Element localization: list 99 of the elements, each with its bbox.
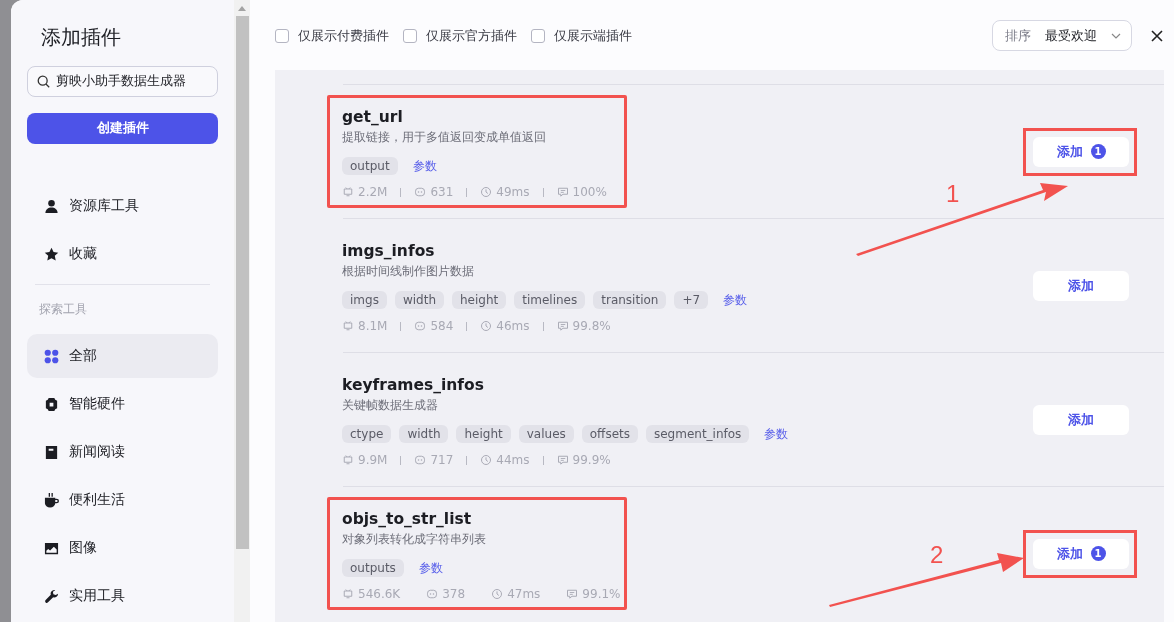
parameter-tag: width [399,425,449,443]
stat-text: 99.1% [566,587,621,601]
bot-icon [414,186,427,198]
parameter-tag: output [342,157,398,175]
annotation-number: 1 [946,180,960,208]
wrench-icon [44,588,59,604]
sort-dropdown[interactable]: 排序 最受欢迎 [992,20,1132,51]
sidebar-item[interactable]: 资源库工具 [27,184,218,228]
clock-icon [480,320,493,332]
clock-icon [480,186,493,198]
sidebar-item[interactable]: 新闻阅读 [27,430,218,474]
count-badge: 1 [1090,144,1106,159]
params-link[interactable]: 参数 [764,425,789,443]
plugin-description: 对象列表转化成字符串列表 [342,532,487,547]
sidebar-item[interactable]: 图像 [27,526,218,570]
stat-text: 717 [414,453,454,467]
clock-icon [480,454,493,466]
plugin-icon [342,454,354,466]
checkbox[interactable] [403,28,417,43]
sidebar-item[interactable]: 智能硬件 [27,382,218,426]
scroll-up-icon[interactable] [238,5,246,11]
add-button[interactable]: 添加 [1033,404,1129,435]
grid-icon [44,348,59,364]
sidebar-item[interactable]: 实用工具 [27,574,218,618]
close-icon[interactable] [1150,28,1164,43]
bot-icon [414,320,427,332]
plugin-icon [342,588,354,600]
add-button[interactable]: 添加 [1033,270,1129,301]
filter-label: 仅展示付费插件 [298,26,389,45]
parameter-tag: offsets [581,425,638,443]
create-plugin-button[interactable]: 创建插件 [27,112,218,144]
parameter-tag: imgs [342,291,387,309]
stat-text: 44ms [480,453,530,467]
parameter-tag: segment_infos [645,425,750,443]
params-link[interactable]: 参数 [412,157,437,175]
stat-text: 9.9M [342,453,388,467]
plugin-icon [342,320,354,332]
filter-label: 仅展示端插件 [554,26,632,45]
parameter-tag: ctype [342,425,392,443]
params-link[interactable]: 参数 [723,291,748,309]
parameter-tag: outputs [342,559,404,577]
stat-text: 631 [414,185,454,199]
message-icon [556,454,569,466]
chevron-down-icon [1111,32,1121,39]
search-input[interactable]: 剪映小助手数据生成器 [56,70,208,93]
add-button[interactable]: 添加 1 [1033,538,1129,569]
checkbox[interactable] [531,28,545,43]
stat-text: 99.9% [556,453,611,467]
stat-text: 546.6K [342,587,401,601]
stat-text: 46ms [480,319,530,333]
stat-text: 584 [414,319,454,333]
checkbox[interactable] [275,28,289,43]
clock-icon [491,588,504,600]
stat-text: 378 [426,587,466,601]
message-icon [556,320,569,332]
filter-label: 仅展示官方插件 [426,26,517,45]
plugin-name: objs_to_str_list [342,510,473,528]
parameter-tag: transition [593,291,667,309]
plugin-icon [342,186,354,198]
sidebar-item[interactable]: 全部 [27,334,218,378]
search-field[interactable]: 剪映小助手数据生成器 [27,66,218,97]
plugin-name: keyframes_infos [342,376,485,394]
stat-text: 2.2M [342,185,388,199]
add-button[interactable]: 添加 1 [1033,136,1129,167]
bot-icon [414,454,427,466]
plugin-name: imgs_infos [342,242,436,260]
message-icon [556,186,569,198]
stat-text: 99.8% [556,319,611,333]
parameter-tag: height [456,425,511,443]
sidebar-item[interactable]: 便利生活 [27,478,218,522]
stat-text: 49ms [480,185,530,199]
message-icon [566,588,579,600]
user-icon [44,198,59,214]
search-icon [37,74,50,88]
section-title: 探索工具 [39,301,88,318]
parameter-tag: height [452,291,507,309]
stat-text: 100% [556,185,607,199]
cup-icon [44,492,59,508]
count-badge: 1 [1090,546,1106,561]
parameter-tag: values [518,425,574,443]
parameter-tag: +7 [674,291,709,309]
star-icon [44,246,59,262]
stat-text: 8.1M [342,319,388,333]
panel-title: 添加插件 [41,24,122,50]
scrollbar-thumb[interactable] [235,16,249,549]
plugin-description: 根据时间线制作图片数据 [342,264,475,279]
plugin-description: 提取链接，用于多值返回变成单值返回 [342,130,547,145]
parameter-tag: width [394,291,444,309]
bot-icon [426,588,439,600]
stat-text: 47ms [491,587,541,601]
chip-icon [44,396,59,412]
sidebar-item[interactable]: 收藏 [27,232,218,276]
annotation-number: 2 [930,541,944,569]
params-link[interactable]: 参数 [418,559,443,577]
image-icon [44,540,59,556]
parameter-tag: timelines [514,291,586,309]
plugin-description: 关键帧数据生成器 [342,398,439,413]
plugin-name: get_url [342,108,404,126]
book-icon [44,444,59,460]
